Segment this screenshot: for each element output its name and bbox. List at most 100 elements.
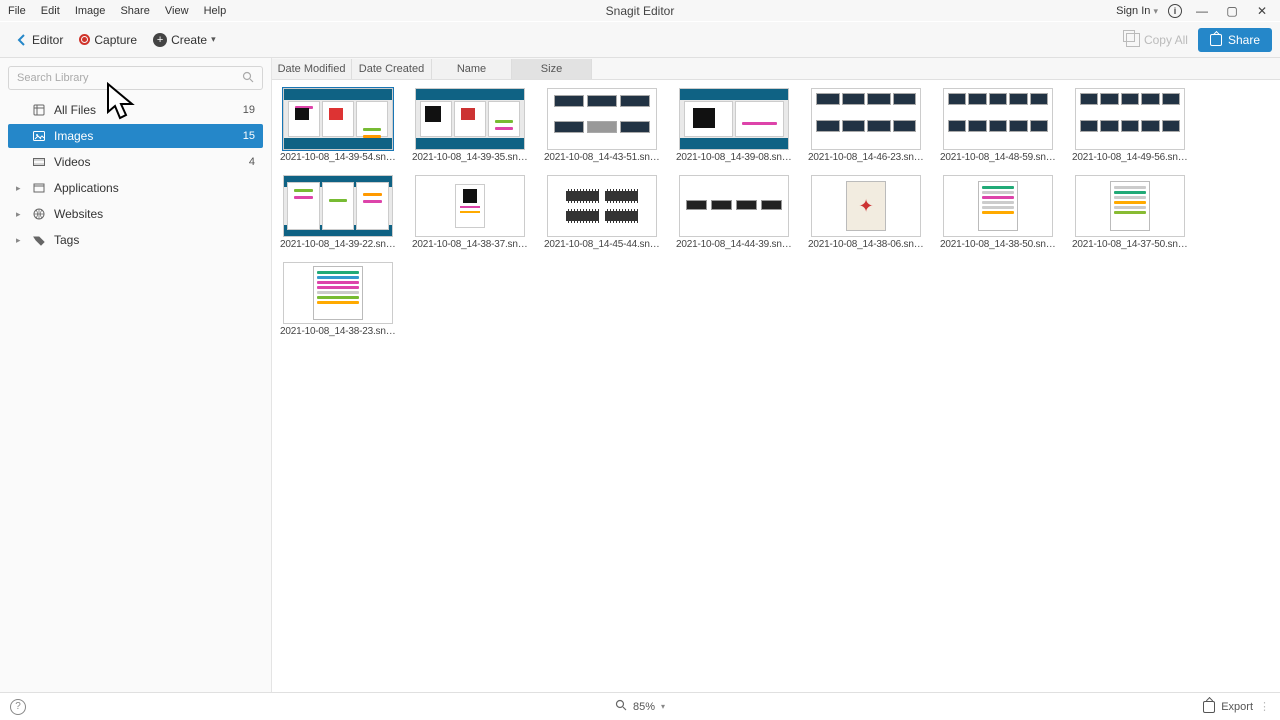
minimize-button[interactable]: —: [1192, 1, 1212, 21]
file-name: 2021-10-08_14-38-06.snagx: [808, 239, 924, 250]
sort-tab-size[interactable]: Size: [512, 59, 592, 79]
maximize-button[interactable]: ▢: [1222, 1, 1242, 21]
plus-circle-icon: +: [153, 33, 167, 47]
library-item[interactable]: 2021-10-08_14-39-35.snagx: [412, 88, 528, 163]
sidebar-item-label: Tags: [54, 233, 79, 247]
options-icon[interactable]: ⋮: [1259, 700, 1270, 713]
close-button[interactable]: ✕: [1252, 1, 1272, 21]
thumbnail: [1075, 88, 1185, 150]
menu-image[interactable]: Image: [75, 5, 106, 17]
sidebar-item-count: 19: [243, 104, 255, 116]
library-item[interactable]: 2021-10-08_14-45-44.snagx: [544, 175, 660, 250]
share-icon: [1210, 34, 1222, 46]
sidebar: Search Library All Files 19 Images 15: [0, 58, 272, 692]
chevron-down-icon[interactable]: ▾: [661, 702, 665, 711]
menu-help[interactable]: Help: [204, 5, 227, 17]
editor-back-button[interactable]: Editor: [8, 33, 71, 47]
export-icon: [1203, 701, 1215, 713]
sort-tab-date-created[interactable]: Date Created: [352, 59, 432, 79]
menus: File Edit Image Share View Help: [8, 0, 238, 22]
menu-edit[interactable]: Edit: [41, 5, 60, 17]
file-name: 2021-10-08_14-44-39.snagx: [676, 239, 792, 250]
thumbnail: [547, 175, 657, 237]
expand-arrow-icon[interactable]: ▸: [16, 183, 24, 194]
copy-all-button: Copy All: [1126, 33, 1188, 47]
sort-tab-name[interactable]: Name: [432, 59, 512, 79]
library-item[interactable]: 2021-10-08_14-39-54.snagx: [280, 88, 396, 163]
chevron-down-icon: ▾: [211, 34, 216, 45]
library-item[interactable]: 2021-10-08_14-39-22.snagx: [280, 175, 396, 250]
search-icon: [242, 71, 254, 86]
file-name: 2021-10-08_14-39-35.snagx: [412, 152, 528, 163]
application-icon: [32, 181, 46, 195]
library-item[interactable]: 2021-10-08_14-46-23.snagx: [808, 88, 924, 163]
editor-label: Editor: [32, 33, 63, 47]
library-item[interactable]: 2021-10-08_14-43-51.snagx: [544, 88, 660, 163]
library-item[interactable]: ✦ 2021-10-08_14-38-06.snagx: [808, 175, 924, 250]
zoom-value[interactable]: 85%: [633, 701, 655, 713]
signin-button[interactable]: Sign In ▾: [1116, 0, 1158, 22]
sidebar-item-tags[interactable]: ▸ Tags: [8, 228, 263, 252]
search-input[interactable]: Search Library: [8, 66, 263, 90]
files-icon: [32, 103, 46, 117]
sidebar-item-all-files[interactable]: All Files 19: [8, 98, 263, 122]
library-main: Date Modified Date Created Name Size 202…: [272, 58, 1280, 692]
sort-tab-date-modified[interactable]: Date Modified: [272, 59, 352, 79]
create-label: Create: [171, 33, 207, 47]
file-name: 2021-10-08_14-43-51.snagx: [544, 152, 660, 163]
file-name: 2021-10-08_14-45-44.snagx: [544, 239, 660, 250]
menu-share[interactable]: Share: [120, 5, 149, 17]
sidebar-item-count: 15: [243, 130, 255, 142]
video-icon: [32, 155, 46, 169]
zoom-search-icon[interactable]: [615, 699, 627, 714]
sidebar-item-images[interactable]: Images 15: [8, 124, 263, 148]
app-title: Snagit Editor: [606, 0, 675, 22]
search-placeholder: Search Library: [17, 72, 89, 84]
share-button[interactable]: Share: [1198, 28, 1272, 52]
globe-icon: [32, 207, 46, 221]
copy-all-label: Copy All: [1144, 33, 1188, 47]
library-item[interactable]: 2021-10-08_14-38-23.snagx: [280, 262, 396, 337]
expand-arrow-icon[interactable]: ▸: [16, 209, 24, 220]
thumbnail: [943, 175, 1053, 237]
library-item[interactable]: 2021-10-08_14-38-50.snagx: [940, 175, 1056, 250]
thumbnail: [415, 88, 525, 150]
sidebar-item-label: All Files: [54, 103, 96, 117]
sidebar-item-label: Websites: [54, 207, 103, 221]
sidebar-item-count: 4: [249, 156, 255, 168]
info-icon[interactable]: i: [1168, 4, 1182, 18]
sidebar-item-websites[interactable]: ▸ Websites: [8, 202, 263, 226]
chevron-down-icon: ▾: [1153, 6, 1158, 16]
thumbnail: [679, 88, 789, 150]
sidebar-item-applications[interactable]: ▸ Applications: [8, 176, 263, 200]
thumbnail: [283, 88, 393, 150]
menu-bar: File Edit Image Share View Help Snagit E…: [0, 0, 1280, 22]
library-item[interactable]: 2021-10-08_14-37-50.snagx: [1072, 175, 1188, 250]
sidebar-item-label: Applications: [54, 181, 119, 195]
expand-arrow-icon[interactable]: ▸: [16, 235, 24, 246]
library-item[interactable]: 2021-10-08_14-44-39.snagx: [676, 175, 792, 250]
file-name: 2021-10-08_14-38-23.snagx: [280, 326, 396, 337]
toolbar: Editor Capture + Create ▾ Copy All Share: [0, 22, 1280, 58]
file-name: 2021-10-08_14-39-22.snagx: [280, 239, 396, 250]
sort-tabs: Date Modified Date Created Name Size: [272, 58, 1280, 80]
menu-view[interactable]: View: [165, 5, 189, 17]
library-item[interactable]: 2021-10-08_14-49-56.snagx: [1072, 88, 1188, 163]
share-label: Share: [1228, 33, 1260, 47]
library-item[interactable]: 2021-10-08_14-48-59.snagx: [940, 88, 1056, 163]
file-name: 2021-10-08_14-46-23.snagx: [808, 152, 924, 163]
thumbnail: [943, 88, 1053, 150]
copy-icon: [1126, 33, 1140, 47]
export-button[interactable]: Export: [1221, 701, 1253, 713]
image-icon: [32, 129, 46, 143]
file-name: 2021-10-08_14-49-56.snagx: [1072, 152, 1188, 163]
library-item[interactable]: 2021-10-08_14-38-37.snagx: [412, 175, 528, 250]
help-button[interactable]: ?: [10, 699, 26, 715]
tag-icon: [32, 233, 46, 247]
capture-label: Capture: [94, 33, 137, 47]
capture-button[interactable]: Capture: [71, 33, 145, 47]
sidebar-item-videos[interactable]: Videos 4: [8, 150, 263, 174]
library-item[interactable]: 2021-10-08_14-39-08.snagx: [676, 88, 792, 163]
menu-file[interactable]: File: [8, 5, 26, 17]
create-button[interactable]: + Create ▾: [145, 33, 224, 47]
